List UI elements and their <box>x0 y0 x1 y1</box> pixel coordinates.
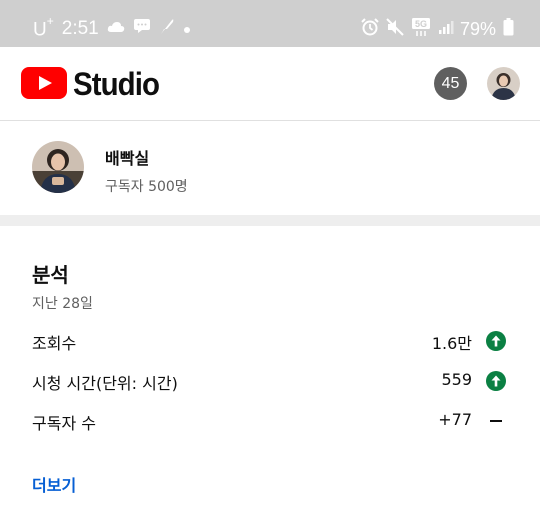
notifications-button[interactable]: 45 <box>434 67 467 100</box>
app-header: Studio 45 <box>0 47 540 121</box>
channel-avatar[interactable] <box>32 141 84 193</box>
section-divider <box>0 215 540 226</box>
metric-row-views: 조회수 1.6만 <box>32 328 512 354</box>
dot-icon <box>183 18 191 40</box>
logo-wordmark: Studio <box>73 66 160 102</box>
metric-value: 1.6만 <box>431 334 472 353</box>
metric-value: 559 <box>441 370 472 389</box>
carrier-label: U+ <box>33 13 54 41</box>
metric-value: +77 <box>438 410 472 429</box>
battery-percent: 79% <box>459 18 496 39</box>
status-time: 2:51 <box>61 18 99 39</box>
account-avatar[interactable] <box>487 67 520 100</box>
metric-label: 시청 시간(단위: 시간) <box>32 374 178 393</box>
signal-icon <box>438 19 454 40</box>
alarm-icon <box>361 17 379 41</box>
trend-up-icon <box>486 371 506 391</box>
cloud-icon <box>107 18 125 40</box>
metric-label: 구독자 수 <box>32 414 96 433</box>
trend-flat-icon <box>486 411 506 431</box>
metric-row-subscribers: 구독자 수 +77 <box>32 408 512 434</box>
message-icon <box>133 18 151 40</box>
trend-up-icon <box>486 331 506 351</box>
mute-icon <box>386 17 404 41</box>
analytics-title: 분석 <box>32 263 69 287</box>
youtube-studio-logo[interactable]: Studio <box>21 66 167 103</box>
subscriber-count: 구독자 500명 <box>105 179 188 195</box>
see-more-link[interactable]: 더보기 <box>32 472 76 496</box>
feather-icon <box>159 17 175 41</box>
analytics-card: 분석 지난 28일 조회수 1.6만 시청 시간(단위: 시간) 559 구독자… <box>0 226 540 525</box>
youtube-play-icon <box>21 66 67 103</box>
battery-icon <box>503 17 514 41</box>
status-bar: U+ 2:51 5G 79% <box>0 0 540 47</box>
analytics-period: 지난 28일 <box>32 296 93 312</box>
metric-label: 조회수 <box>32 334 77 353</box>
5g-icon: 5G <box>411 17 431 42</box>
metric-row-watch-time: 시청 시간(단위: 시간) 559 <box>32 368 512 394</box>
channel-summary[interactable]: 배빡실 구독자 500명 <box>0 121 540 215</box>
channel-name: 배빡실 <box>105 149 150 168</box>
svg-text:5G: 5G <box>415 19 427 29</box>
